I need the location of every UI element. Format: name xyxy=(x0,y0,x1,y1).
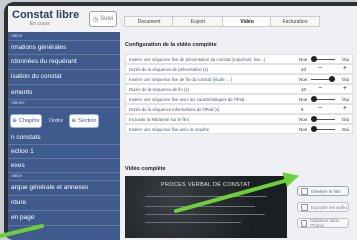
brand-header: Constat libre En cours ◷ Suivi xyxy=(8,6,120,32)
export-videos-button[interactable]: Exporter les vidéo xyxy=(297,202,349,212)
segment-ordre[interactable]: Ordre xyxy=(43,114,69,128)
film-icon xyxy=(301,187,308,195)
sidebar-item-informations[interactable]: rmations générales xyxy=(8,41,120,55)
sidebar-item-elements[interactable]: ements xyxy=(8,86,120,100)
tab-bar: Document Export Vidéo Facturation xyxy=(124,16,357,27)
export-icon xyxy=(301,203,308,211)
plus-icon[interactable]: + xyxy=(343,65,347,73)
config-row: Durée de la séquence de fin (s) 10 − + xyxy=(125,84,353,94)
generate-film-button[interactable]: Générer le film xyxy=(297,186,349,196)
toggle-marianne[interactable]: Non Oui xyxy=(299,115,349,123)
toggle-requete[interactable]: Non Oui xyxy=(299,125,349,133)
sidebar: Constat libre En cours ◷ Suivi ration rm… xyxy=(8,6,120,240)
sidebar-heading-preparation: ration xyxy=(8,33,120,41)
sidebar-item-section-1[interactable]: ection 1 xyxy=(8,145,120,159)
sidebar-heading-operations: rations xyxy=(8,100,120,108)
config-row: Insérer une séquence fixe avec la requêt… xyxy=(125,124,353,134)
section-icon: ⊕ xyxy=(71,118,77,124)
minus-icon[interactable]: − xyxy=(318,65,322,73)
sidebar-item-annexes[interactable]: exes xyxy=(8,159,120,173)
config-section-title: Configuration de la vidéo complète xyxy=(125,42,217,48)
main-panel: Document Export Vidéo Facturation Config… xyxy=(120,6,357,240)
video-section-title: Vidéo complète xyxy=(125,166,166,172)
app-screen: Constat libre En cours ◷ Suivi ration rm… xyxy=(8,6,357,240)
config-row: Insérer une séquence fixe de fin du cons… xyxy=(125,74,353,84)
minus-icon[interactable]: − xyxy=(318,105,322,113)
toggle-fin[interactable]: Non Oui xyxy=(299,75,349,83)
tab-document[interactable]: Document xyxy=(124,16,174,27)
config-row: Durée de la séquence de présentation (s)… xyxy=(125,64,353,74)
app-title: Constat libre xyxy=(12,9,80,21)
status-subtitle: En cours xyxy=(30,21,50,27)
photos-icon xyxy=(301,219,308,227)
sidebar-item-constats[interactable]: n constats xyxy=(8,131,120,145)
suivi-button[interactable]: ◷ Suivi xyxy=(89,11,117,27)
stepper-presentation-duration[interactable]: 10 − + xyxy=(299,65,349,73)
tablet-frame: Constat libre En cours ◷ Suivi ration rm… xyxy=(4,2,357,240)
video-preview-title: PROCES VERBAL DE CONSTAT xyxy=(161,182,251,188)
clock-icon: ◷ xyxy=(92,16,99,23)
tab-video[interactable]: Vidéo xyxy=(222,16,272,27)
stepper-ipad-duration[interactable]: 5 − + xyxy=(299,105,349,113)
sort-segmented-control: ⊕ Chapitre Ordre ⊕ Section xyxy=(8,114,120,128)
video-preview[interactable]: PROCES VERBAL DE CONSTAT xyxy=(125,176,287,238)
sidebar-item-cloture[interactable]: rdure xyxy=(8,196,120,211)
tab-export[interactable]: Export xyxy=(172,16,224,27)
plus-icon[interactable]: + xyxy=(343,85,347,93)
sidebar-item-requerant[interactable]: rdonnées du requérant xyxy=(8,55,120,70)
segment-chapitre[interactable]: ⊕ Chapitre xyxy=(10,114,42,128)
plus-icon[interactable]: + xyxy=(343,105,347,113)
toggle-ipad[interactable]: Non Oui xyxy=(299,95,349,103)
config-row: Insérer une séquence fixe de présentatio… xyxy=(125,54,353,64)
sidebar-item-remarque[interactable]: arque générale et annexes xyxy=(8,181,120,196)
config-row: Incruster la Marianne sur le film Non Ou… xyxy=(125,114,353,124)
config-row: Durée de la séquence informations de l'i… xyxy=(125,104,353,114)
minus-icon[interactable]: − xyxy=(318,85,322,93)
suivi-button-label: Suivi xyxy=(100,16,114,22)
segment-section[interactable]: ⊕ Section xyxy=(69,114,99,128)
stepper-fin-duration[interactable]: 10 − + xyxy=(299,85,349,93)
move-to-photos-button[interactable]: Déplacer dans Photos xyxy=(297,218,349,228)
toggle-presentation[interactable]: Non Oui xyxy=(299,55,349,63)
sidebar-heading-finalisation: ration xyxy=(8,173,120,181)
sidebar-item-realisation[interactable]: isation du constat xyxy=(8,70,120,85)
sidebar-item-mise-en-page[interactable]: en page xyxy=(8,211,120,226)
tab-facturation[interactable]: Facturation xyxy=(270,16,320,27)
config-row: Insérer une séquence fixe avec les carac… xyxy=(125,94,353,104)
chapitre-icon: ⊕ xyxy=(12,118,17,124)
